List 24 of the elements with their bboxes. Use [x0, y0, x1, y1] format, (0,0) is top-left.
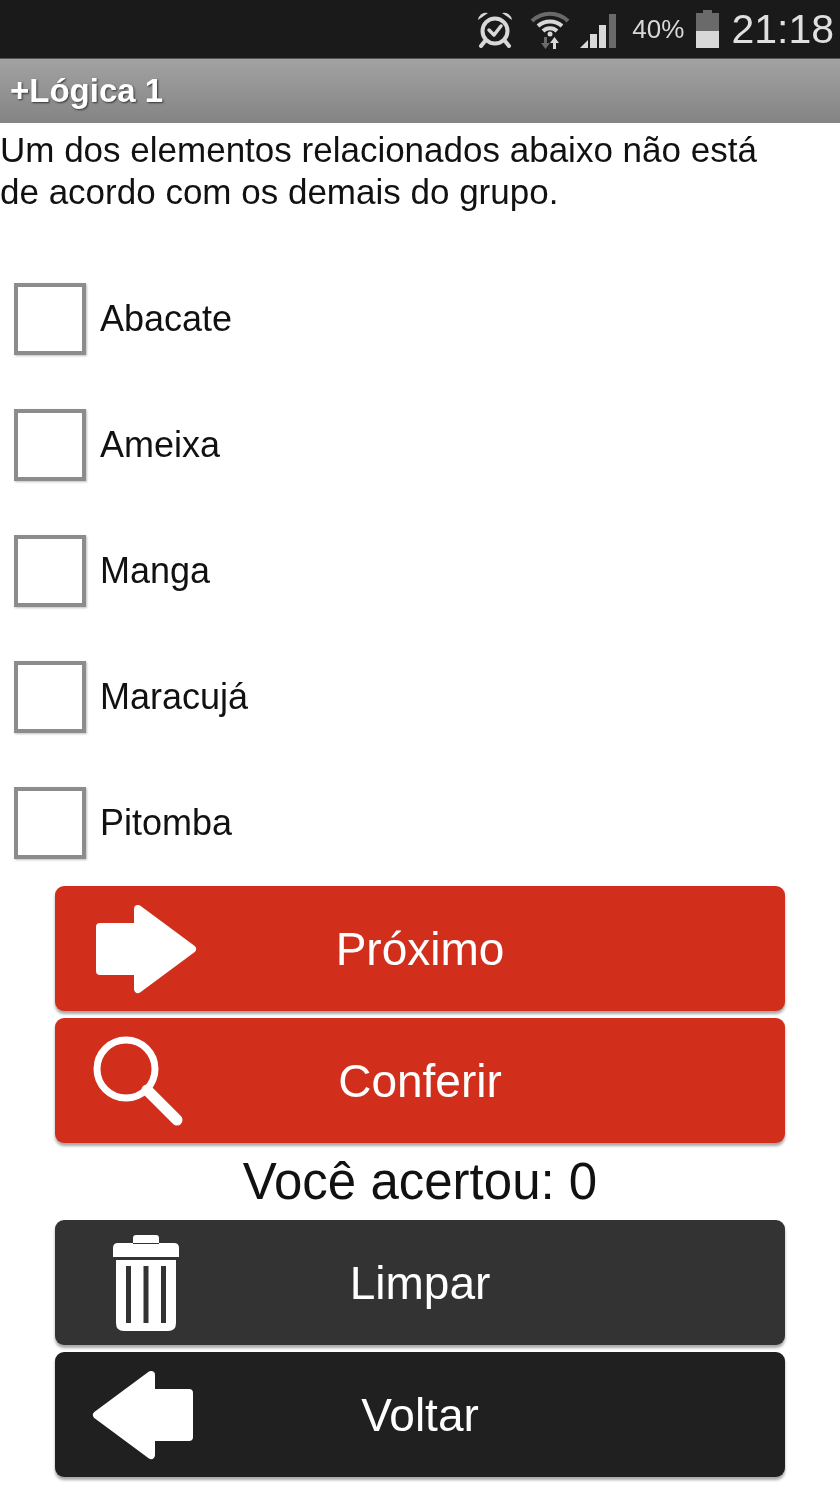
checkbox[interactable] — [14, 535, 86, 607]
app-title: +Lógica 1 — [10, 72, 164, 110]
checkbox[interactable] — [14, 409, 86, 481]
clear-button[interactable]: Limpar — [55, 1220, 785, 1345]
clock-time: 21:18 — [731, 8, 834, 50]
checkbox[interactable] — [14, 283, 86, 355]
checkbox[interactable] — [14, 661, 86, 733]
checkbox[interactable] — [14, 787, 86, 859]
alarm-clock-icon — [476, 10, 515, 48]
battery-icon — [696, 10, 720, 48]
back-button[interactable]: Voltar — [55, 1352, 785, 1477]
check-button[interactable]: Conferir — [55, 1018, 785, 1143]
search-icon — [92, 1034, 184, 1127]
trash-icon — [112, 1234, 180, 1331]
checkbox-label[interactable]: Maracujá — [100, 676, 249, 718]
checkbox-label[interactable]: Pitomba — [100, 802, 233, 844]
battery-percent: 40% — [632, 16, 685, 42]
score-text: Você acertou: 0 — [241, 1152, 599, 1212]
wifi-icon — [530, 9, 571, 49]
question-text: Um dos elementos relacionados abaixo não está de acordo com os demais do grupo. — [0, 129, 758, 213]
checkbox-label[interactable]: Manga — [100, 550, 211, 592]
next-button[interactable]: Próximo — [55, 886, 785, 1011]
checkbox-label[interactable]: Ameixa — [100, 424, 221, 466]
checkbox-label[interactable]: Abacate — [100, 298, 233, 340]
